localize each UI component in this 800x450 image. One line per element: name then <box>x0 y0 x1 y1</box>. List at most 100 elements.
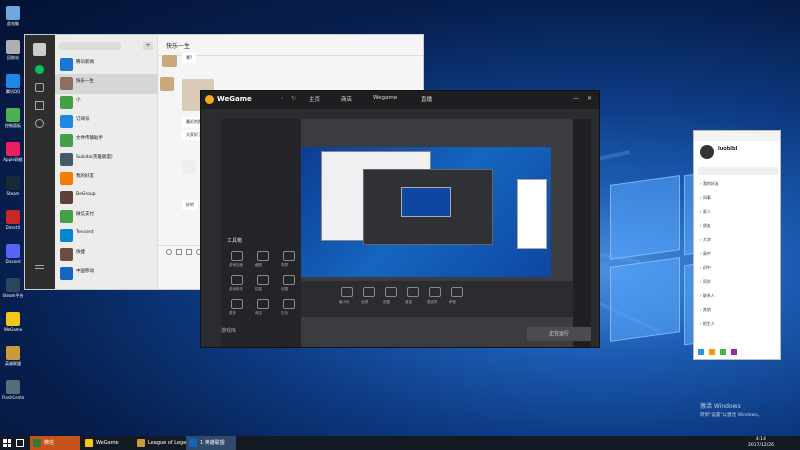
contact-group[interactable]: › 大学 <box>700 237 711 243</box>
chat-list-item[interactable]: 文件传输助手 <box>55 131 158 151</box>
scrollbar[interactable] <box>573 119 591 347</box>
desktop-icon[interactable]: Steam <box>2 176 24 196</box>
sticker-image[interactable] <box>182 160 196 174</box>
app-icon <box>6 278 20 292</box>
add-button[interactable]: + <box>143 42 153 50</box>
taskbar-item[interactable]: 微信 <box>30 436 80 450</box>
chat-list-item[interactable]: 快乐一生 <box>55 74 158 94</box>
chat-icon[interactable] <box>35 65 44 74</box>
search-input[interactable] <box>698 167 778 175</box>
chat-list-item[interactable]: 腾讯新闻 <box>55 55 158 75</box>
avatar <box>60 210 73 223</box>
menu-icon[interactable] <box>35 265 44 269</box>
chat-list-item[interactable]: 中国移动 <box>55 264 158 284</box>
task-view-icon[interactable] <box>16 439 24 447</box>
game-library-link[interactable]: 游戏库 <box>221 327 236 334</box>
chat-list-item[interactable]: BeGroup <box>55 188 158 208</box>
desktop-icon[interactable]: 腾讯QQ <box>2 74 24 94</box>
control-icon[interactable] <box>363 287 375 297</box>
control-icon[interactable] <box>407 287 419 297</box>
contacts-icon[interactable] <box>35 83 44 92</box>
taskbar-item[interactable]: WeGame <box>82 436 132 450</box>
control-label: 音量 <box>405 300 412 304</box>
running-status-button[interactable]: 正在运行 <box>527 327 591 341</box>
app-icon <box>33 439 41 447</box>
chat-list-item[interactable]: 微信支付 <box>55 207 158 227</box>
desktop-icon-label: WeGame <box>3 327 23 332</box>
avatar[interactable] <box>33 43 46 56</box>
avatar[interactable] <box>700 145 714 159</box>
tab-live[interactable]: 直播 <box>421 95 432 103</box>
avatar <box>60 191 73 204</box>
control-icon[interactable] <box>341 287 353 297</box>
contact-group[interactable]: › 高中 <box>700 251 711 257</box>
chat-name: 小 <box>76 98 81 103</box>
tool-icon[interactable] <box>283 299 295 309</box>
desktop-icon[interactable]: Apple网络 <box>2 142 24 162</box>
contact-group[interactable]: › 其他 <box>700 307 711 313</box>
tool-icon[interactable] <box>257 299 269 309</box>
files-icon[interactable] <box>35 119 44 128</box>
clock[interactable]: 4:14 2017/12/26 <box>748 437 774 449</box>
tab-wegame[interactable]: Wegame <box>373 95 397 101</box>
scissors-icon[interactable] <box>186 249 192 255</box>
tab-store[interactable]: 商店 <box>341 95 352 103</box>
desktop-icon[interactable]: 英雄联盟 <box>2 346 24 366</box>
desktop-icon[interactable]: FlashCenter <box>2 380 24 400</box>
folder-icon[interactable] <box>176 249 182 255</box>
refresh-icon[interactable]: ↻ <box>291 95 296 102</box>
contact-group[interactable]: › 初中 <box>700 265 711 271</box>
contact-group[interactable]: › 同事 <box>700 195 711 201</box>
chat-list-item[interactable]: 我的好友 <box>55 169 158 189</box>
chat-list-item[interactable]: 订阅号 <box>55 112 158 132</box>
chat-name: 快捷 <box>76 250 85 255</box>
control-icon[interactable] <box>429 287 441 297</box>
control-icon[interactable] <box>385 287 397 297</box>
tool-icon[interactable] <box>231 275 243 285</box>
chat-list-item[interactable]: 小 <box>55 93 158 113</box>
tool-label: 礼包 <box>281 311 288 315</box>
start-icon[interactable] <box>3 439 11 447</box>
taskbar-item[interactable]: League of Legends <box>134 436 195 450</box>
tool-icon[interactable] <box>283 251 295 261</box>
chat-list-item[interactable]: Tencent <box>55 226 158 246</box>
desktop-icon-label: 英雄联盟 <box>5 361 21 366</box>
desktop-icon[interactable]: DirectX <box>2 210 24 230</box>
contact-group[interactable]: › 同学 <box>700 279 711 285</box>
emoji-icon[interactable] <box>166 249 172 255</box>
taskbar-item[interactable]: 1 英雄联盟 <box>186 436 236 450</box>
chat-name: 中国移动 <box>76 269 94 274</box>
message-bubble: 好的 <box>182 200 198 210</box>
contact-group[interactable]: › 家人 <box>700 209 711 215</box>
desktop-icon-label: 控制面板 <box>5 123 21 128</box>
control-label: 全屏 <box>361 300 368 304</box>
app-icon <box>6 142 20 156</box>
chat-list-item[interactable]: Sukida(英雄联盟) <box>55 150 158 170</box>
control-icon[interactable] <box>451 287 463 297</box>
contact-group[interactable]: › 联系人 <box>700 293 715 299</box>
minimize-icon[interactable]: — <box>573 95 579 102</box>
tool-icon[interactable] <box>231 251 243 261</box>
wegame-window: WeGame ‹ ↻ 主页 商店 Wegame 直播 — ✕ 工具箱 游戏加速 截… <box>200 90 600 348</box>
tool-icon[interactable] <box>257 275 269 285</box>
close-icon[interactable]: ✕ <box>587 95 592 102</box>
back-icon[interactable]: ‹ <box>281 95 283 102</box>
desktop-icon[interactable]: 控制面板 <box>2 108 24 128</box>
desktop-icon[interactable]: 回收站 <box>2 40 24 60</box>
control-label: 声音 <box>449 300 456 304</box>
search-input[interactable] <box>59 42 121 50</box>
tool-icon[interactable] <box>283 275 295 285</box>
desktop-icon[interactable]: Discord <box>2 244 24 264</box>
contact-group[interactable]: › 朋友 <box>700 223 711 229</box>
desktop-icon[interactable]: WeGame <box>2 312 24 332</box>
contact-group[interactable]: › 陌生人 <box>700 321 715 327</box>
contact-group[interactable]: › 我的好友 <box>700 181 719 187</box>
desktop-icon[interactable]: Steam平台 <box>2 278 24 298</box>
desktop-icon[interactable]: 此电脑 <box>2 6 24 26</box>
tool-icon[interactable] <box>231 299 243 309</box>
chat-list-item[interactable]: 快捷 <box>55 245 158 265</box>
favorites-icon[interactable] <box>35 101 44 110</box>
tab-home[interactable]: 主页 <box>309 95 320 103</box>
app-icon <box>6 108 20 122</box>
tool-icon[interactable] <box>257 251 269 261</box>
